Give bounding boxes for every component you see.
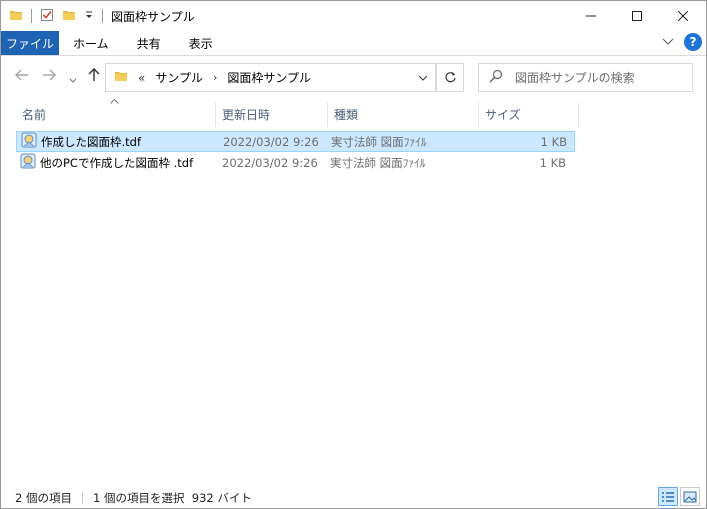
- address-dropdown-button[interactable]: [410, 63, 435, 92]
- arrow-right-icon[interactable]: [42, 69, 56, 85]
- folder-icon: [114, 69, 128, 86]
- window-controls: [568, 1, 706, 31]
- status-bar: 2 個の項目 1 個の項目を選択 932 バイト: [1, 487, 706, 508]
- title-bar: 図面枠サンプル: [1, 1, 706, 31]
- qat-separator-2: [102, 9, 103, 23]
- file-type: 実寸法師 図面ﾌｧｲﾙ: [331, 134, 427, 149]
- maximize-icon: [632, 11, 642, 21]
- column-header-size[interactable]: サイズ: [479, 102, 579, 127]
- search-placeholder: 図面枠サンプルの検索: [515, 71, 635, 85]
- arrow-up-icon[interactable]: [88, 68, 100, 86]
- file-date: 2022/03/02 9:26: [222, 155, 318, 170]
- tab-home[interactable]: ホーム: [59, 31, 123, 55]
- maximize-button[interactable]: [614, 1, 660, 31]
- ribbon-right: ?: [662, 33, 702, 51]
- help-icon[interactable]: ?: [684, 33, 702, 51]
- file-type: 実寸法師 図面ﾌｧｲﾙ: [330, 155, 426, 170]
- navigation-bar: « サンプル › 図面枠サンプル 図面枠サンプルの検索: [1, 57, 706, 97]
- breadcrumb-overflow[interactable]: «: [138, 71, 145, 85]
- close-icon: [678, 11, 688, 21]
- tab-file[interactable]: ファイル: [1, 31, 59, 55]
- properties-icon[interactable]: [40, 8, 54, 25]
- window-title: 図面枠サンプル: [111, 9, 195, 24]
- qat-dropdown-icon[interactable]: [84, 9, 94, 23]
- folder-icon: [9, 8, 23, 25]
- tdf-file-icon: [20, 153, 36, 172]
- table-row[interactable]: 作成した図面枠.tdf 2022/03/02 9:26 実寸法師 図面ﾌｧｲﾙ …: [16, 131, 575, 152]
- file-date: 2022/03/02 9:26: [223, 134, 319, 149]
- status-divider: [81, 491, 83, 504]
- tab-share[interactable]: 共有: [123, 31, 175, 55]
- file-name: 他のPCで作成した図面枠 .tdf: [40, 155, 194, 170]
- arrow-left-icon[interactable]: [15, 69, 29, 85]
- refresh-button[interactable]: [436, 63, 464, 92]
- ribbon-expand-icon[interactable]: [662, 35, 674, 49]
- details-view-button[interactable]: [658, 487, 678, 506]
- status-selection: 1 個の項目を選択 932 バイト: [92, 490, 252, 505]
- file-list: 作成した図面枠.tdf 2022/03/02 9:26 実寸法師 図面ﾌｧｲﾙ …: [1, 131, 706, 173]
- minimize-button[interactable]: [568, 1, 614, 31]
- chevron-down-icon: [418, 75, 427, 81]
- table-row[interactable]: 他のPCで作成した図面枠 .tdf 2022/03/02 9:26 実寸法師 図…: [16, 152, 575, 173]
- search-box[interactable]: 図面枠サンプルの検索: [478, 63, 693, 92]
- breadcrumb-segment-sample[interactable]: サンプル: [155, 69, 203, 86]
- file-name: 作成した図面枠.tdf: [41, 134, 142, 149]
- chevron-right-icon[interactable]: ›: [213, 71, 217, 84]
- breadcrumb-segment-frame-sample[interactable]: 図面枠サンプル: [227, 69, 311, 86]
- recent-locations-icon[interactable]: [69, 72, 77, 88]
- file-size: 1 KB: [539, 155, 566, 170]
- column-header-name[interactable]: 名前: [16, 102, 216, 127]
- tab-view[interactable]: 表示: [175, 31, 227, 55]
- view-buttons: [658, 487, 700, 506]
- new-folder-icon[interactable]: [62, 8, 76, 25]
- column-header-type[interactable]: 種類: [328, 102, 479, 127]
- column-spacer: [1, 102, 16, 127]
- explorer-window: 図面枠サンプル ファイル ホーム 共有 表示 ? « サンプル › 図面枠サンプ…: [0, 0, 707, 509]
- column-headers: 名前 更新日時 種類 サイズ: [1, 102, 706, 127]
- refresh-icon: [444, 72, 456, 83]
- large-icons-view-button[interactable]: [680, 487, 700, 506]
- search-icon: [489, 69, 515, 86]
- details-view-icon: [662, 491, 674, 502]
- ribbon-tabs: ファイル ホーム 共有 表示 ?: [1, 31, 706, 56]
- address-bar[interactable]: « サンプル › 図面枠サンプル: [105, 63, 436, 92]
- minimize-icon: [586, 15, 596, 17]
- file-name-cell: 他のPCで作成した図面枠 .tdf: [16, 153, 214, 172]
- file-name-cell: 作成した図面枠.tdf: [17, 132, 215, 151]
- file-size: 1 KB: [540, 134, 567, 149]
- quick-access-toolbar: [1, 1, 111, 31]
- tdf-file-icon: [21, 132, 37, 151]
- large-icons-view-icon: [683, 491, 697, 502]
- status-item-count: 2 個の項目: [15, 490, 72, 505]
- column-header-date[interactable]: 更新日時: [216, 102, 328, 127]
- close-button[interactable]: [660, 1, 706, 31]
- qat-separator: [31, 9, 32, 23]
